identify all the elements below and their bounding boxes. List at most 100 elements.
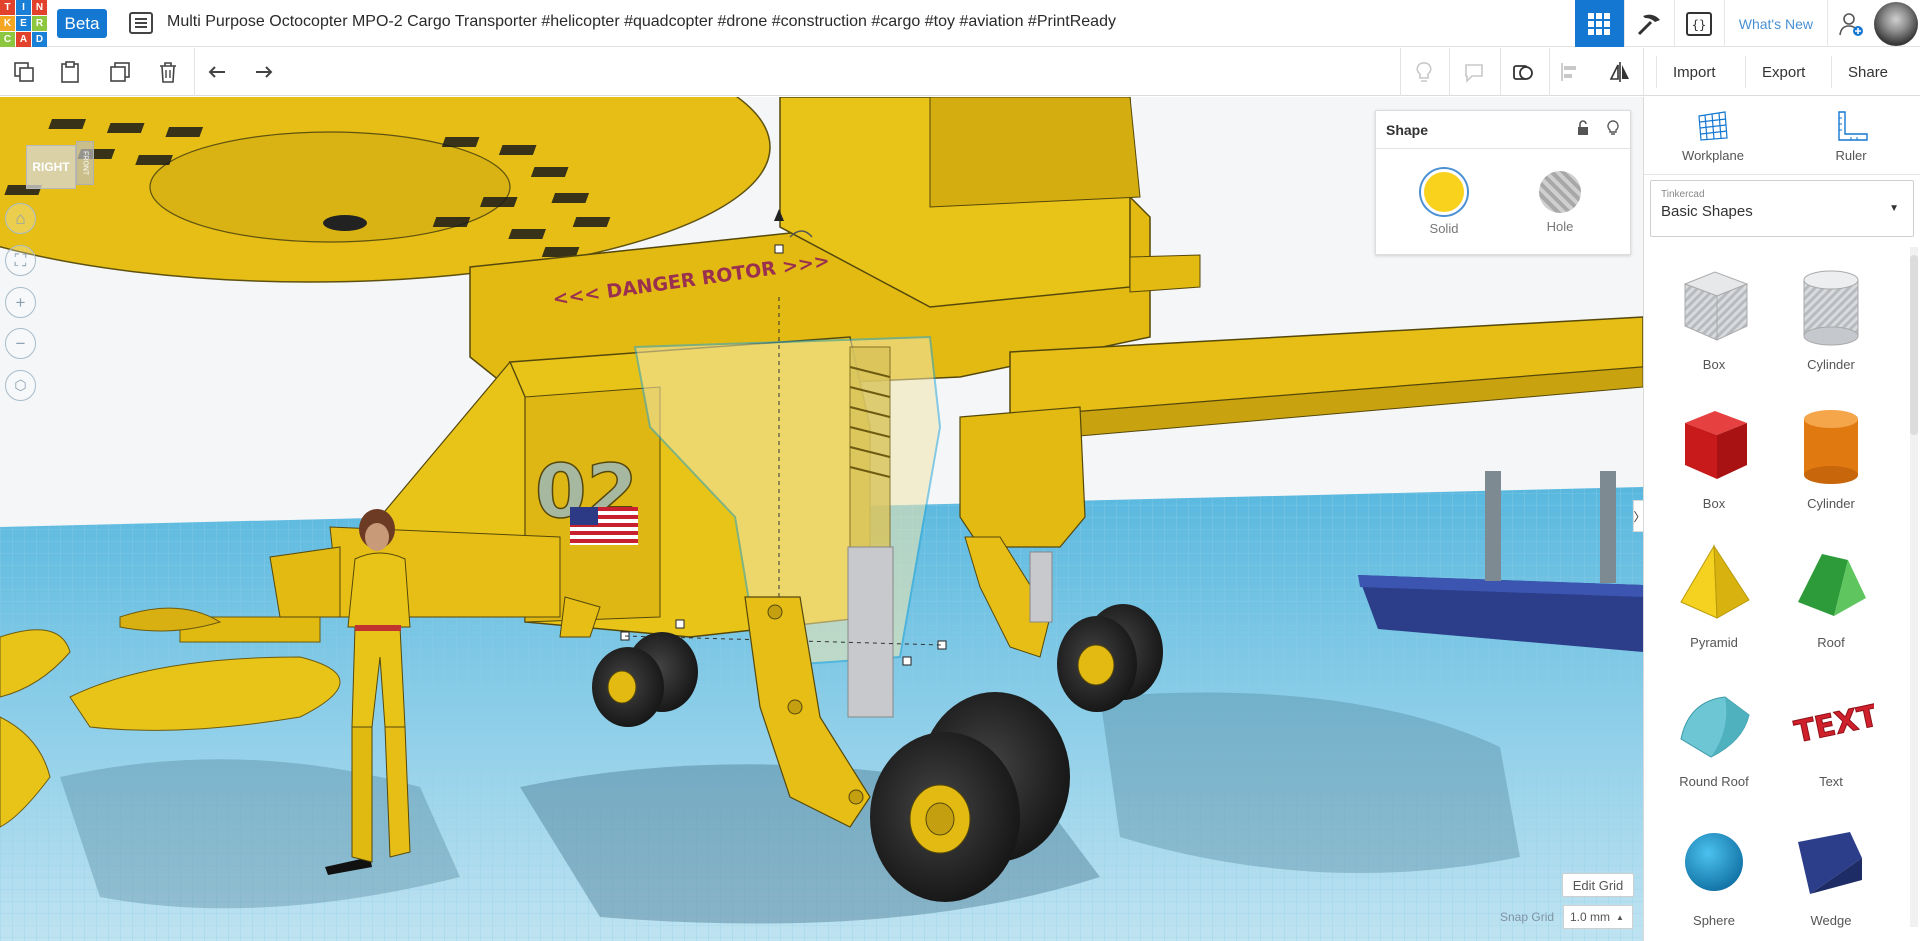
logo-letter: K xyxy=(0,16,15,31)
panel-tools: Workplane Ruler xyxy=(1644,97,1920,175)
ruler-tool[interactable]: Ruler xyxy=(1782,97,1920,174)
shape-text[interactable]: TEXT Text xyxy=(1781,679,1881,804)
zoom-in-button[interactable]: + xyxy=(5,287,36,318)
shape-sphere[interactable]: Sphere xyxy=(1664,818,1764,941)
view-cube-front-face[interactable]: FRONT xyxy=(76,141,94,185)
hole-swatch[interactable]: Hole xyxy=(1536,169,1584,234)
logo-letter: T xyxy=(0,0,15,15)
whats-new-link[interactable]: What's New xyxy=(1725,0,1828,47)
view-cube[interactable]: RIGHT FRONT xyxy=(26,127,96,197)
add-user-button[interactable] xyxy=(1828,0,1874,47)
pyramid-icon xyxy=(1680,544,1750,619)
mirror-button[interactable] xyxy=(1604,56,1636,88)
lock-icon[interactable] xyxy=(1576,120,1590,139)
shape-label: Text xyxy=(1819,774,1843,789)
text-shape-icon: TEXT xyxy=(1791,698,1874,751)
duplicate-button[interactable] xyxy=(104,56,136,88)
home-icon: ⌂ xyxy=(15,208,26,228)
scrollbar-thumb[interactable] xyxy=(1910,255,1918,435)
toolbar-separator xyxy=(1449,48,1450,96)
inspector-header: Shape xyxy=(1376,111,1630,149)
shapes-panel: Workplane Ruler Tinkercad Basic Shapes ▼… xyxy=(1643,97,1920,941)
logo-letter: R xyxy=(32,16,47,31)
zoom-out-button[interactable]: − xyxy=(5,328,36,359)
plus-icon: + xyxy=(15,292,26,312)
cylinder-hole-icon xyxy=(1803,270,1859,346)
3d-view-button[interactable] xyxy=(1574,0,1625,47)
group-button[interactable] xyxy=(1507,56,1539,88)
3d-viewport[interactable]: 02 <<< DANGER ROTOR >>> RIGHT FRONT ⌂ ⛶ … xyxy=(0,97,1643,941)
ruler-icon xyxy=(1838,111,1868,141)
notes-button[interactable] xyxy=(1408,56,1440,88)
ruler-label: Ruler xyxy=(1835,148,1867,163)
export-button[interactable]: Export xyxy=(1745,56,1822,88)
copy-new-icon xyxy=(14,62,34,82)
edit-grid-button[interactable]: Edit Grid xyxy=(1562,873,1634,897)
flag-decal xyxy=(570,507,638,545)
home-view-button[interactable]: ⌂ xyxy=(5,203,36,234)
fit-view-button[interactable]: ⛶ xyxy=(5,245,36,276)
speech-shape-icon xyxy=(1465,64,1483,83)
codeblocks-view-button[interactable]: {} xyxy=(1675,0,1725,47)
shape-label: Round Roof xyxy=(1679,774,1749,789)
caret-up-icon: ▲ xyxy=(1616,912,1624,922)
tinkercad-editor: TIN KER CAD Beta Multi Purpose Octocopter … xyxy=(0,0,1920,941)
shape-label: Pyramid xyxy=(1690,635,1738,650)
lightbulb-icon[interactable] xyxy=(1606,120,1620,139)
solid-swatch[interactable]: Solid xyxy=(1420,169,1468,236)
shape-inspector: Shape Solid Hole xyxy=(1375,110,1631,255)
shape-label: Box xyxy=(1702,357,1726,372)
import-button[interactable]: Import xyxy=(1656,56,1732,88)
toolbar-separator xyxy=(1549,48,1550,96)
align-button[interactable] xyxy=(1554,56,1586,88)
lightbulb-icon xyxy=(1416,62,1432,82)
tinkercad-logo[interactable]: TIN KER CAD xyxy=(0,0,47,47)
shape-pyramid[interactable]: Pyramid xyxy=(1664,540,1764,665)
shape-roof[interactable]: Roof xyxy=(1781,540,1881,665)
user-plus-icon xyxy=(1839,12,1863,36)
delete-button[interactable] xyxy=(152,56,184,88)
beta-badge: Beta xyxy=(57,9,107,38)
shape-label: Cylinder xyxy=(1807,496,1855,511)
code-braces-icon: {} xyxy=(1686,11,1713,36)
shape-label: Wedge xyxy=(1810,913,1852,928)
logo-letter: I xyxy=(16,0,31,15)
solid-color-dot[interactable] xyxy=(1421,169,1467,215)
library-name: Basic Shapes xyxy=(1661,203,1753,220)
top-bar: TIN KER CAD Beta Multi Purpose Octocopter … xyxy=(0,0,1920,47)
view-cube-right-face[interactable]: RIGHT xyxy=(26,145,76,189)
blocks-view-button[interactable] xyxy=(1625,0,1675,47)
box-icon xyxy=(1685,411,1747,479)
shape-box-hole[interactable]: Box xyxy=(1664,262,1764,387)
snap-grid-value: 1.0 mm xyxy=(1570,910,1611,924)
avatar[interactable] xyxy=(1874,1,1918,46)
fit-icon: ⛶ xyxy=(14,250,27,270)
paste-button[interactable] xyxy=(54,56,86,88)
shape-label: Cylinder xyxy=(1807,357,1855,372)
shape-cylinder[interactable]: Cylinder xyxy=(1781,401,1881,526)
workplane-tool[interactable]: Workplane xyxy=(1644,97,1782,174)
hole-label: Hole xyxy=(1546,219,1574,234)
workplane-label: Workplane xyxy=(1682,148,1744,163)
redo-button[interactable] xyxy=(248,56,280,88)
ruler-note-button[interactable] xyxy=(1458,56,1490,88)
share-button[interactable]: Share xyxy=(1831,56,1905,88)
hole-pattern-dot[interactable] xyxy=(1539,171,1581,213)
shape-cylinder-hole[interactable]: Cylinder xyxy=(1781,262,1881,387)
snap-grid-select[interactable]: 1.0 mm ▲ xyxy=(1563,905,1633,929)
undo-button[interactable] xyxy=(201,56,233,88)
mirror-icon xyxy=(1609,62,1629,82)
shape-box[interactable]: Box xyxy=(1664,401,1764,526)
shape-wedge[interactable]: Wedge xyxy=(1781,818,1881,941)
design-title[interactable]: Multi Purpose Octocopter MPO-2 Cargo Tra… xyxy=(167,13,1116,31)
logo-letter: D xyxy=(32,32,47,47)
duplicate-icon xyxy=(110,62,130,82)
new-shape-button[interactable] xyxy=(8,56,40,88)
align-icon xyxy=(1561,63,1576,81)
shape-round-roof[interactable]: Round Roof xyxy=(1664,679,1764,804)
design-list-icon[interactable] xyxy=(128,11,154,35)
projection-button[interactable]: ⬡ xyxy=(5,370,36,401)
library-source: Tinkercad xyxy=(1661,189,1705,200)
panel-scrollbar[interactable] xyxy=(1910,247,1918,927)
shape-library-dropdown[interactable]: Tinkercad Basic Shapes ▼ xyxy=(1650,180,1914,237)
